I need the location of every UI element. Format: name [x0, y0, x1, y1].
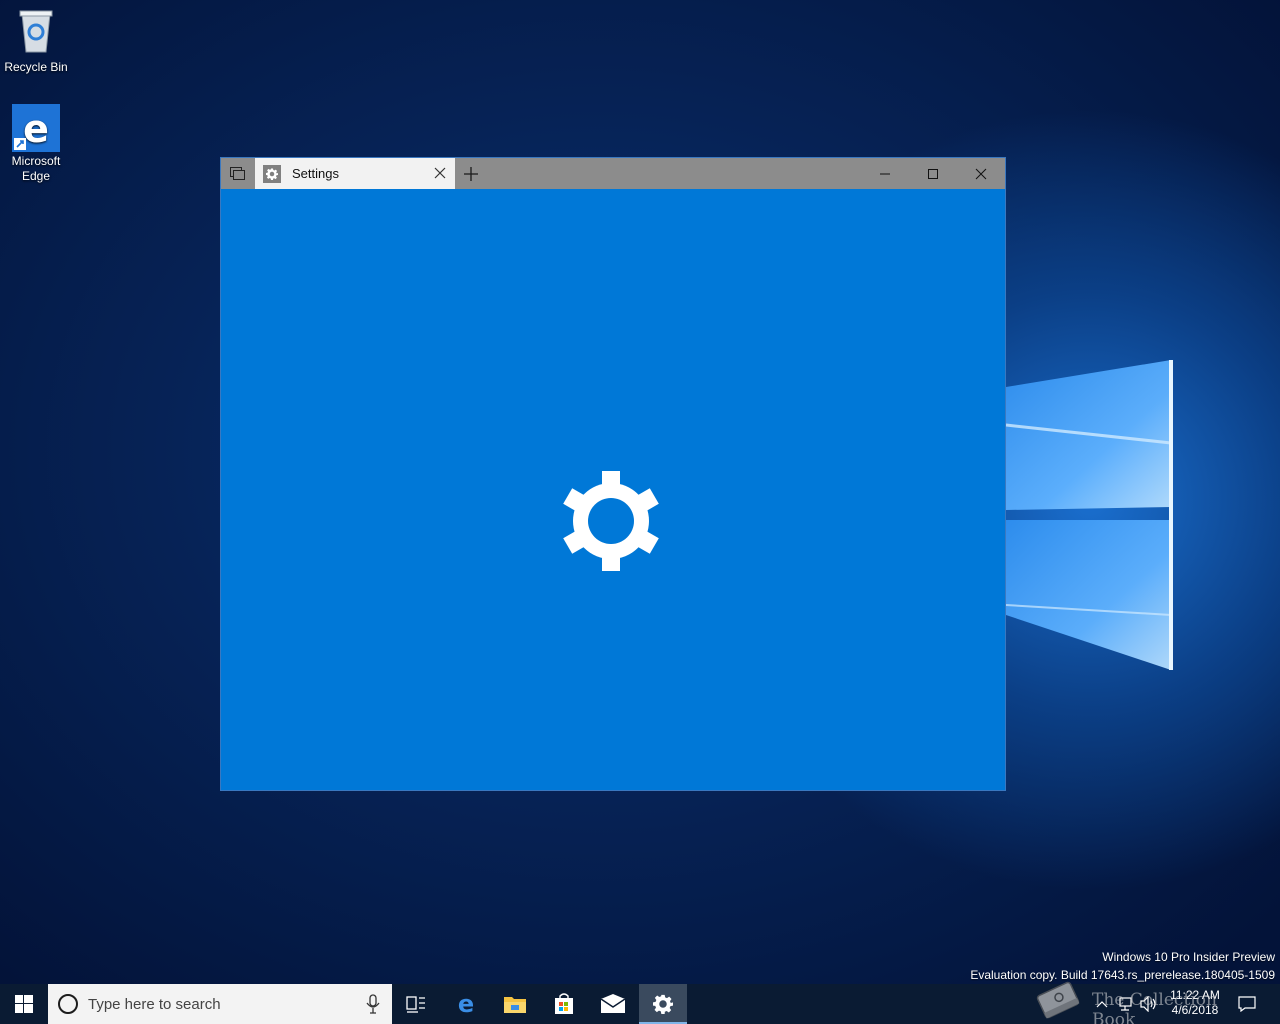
svg-text:e: e: [458, 992, 474, 1016]
build-watermark-line2: Evaluation copy. Build 17643.rs_prerelea…: [970, 968, 1275, 982]
close-tab-icon[interactable]: [433, 166, 447, 180]
cortana-icon: [58, 994, 78, 1014]
windows-logo-wallpaper: [1006, 360, 1173, 670]
gear-icon: [263, 165, 281, 183]
close-icon: [975, 168, 987, 179]
close-window-button[interactable]: [958, 158, 1004, 189]
settings-icon: [653, 994, 673, 1014]
tab-switcher-icon: [229, 166, 245, 180]
desktop-icon-label: Microsoft: [11, 154, 61, 168]
gear-icon: [563, 471, 659, 571]
speaker-icon: [1140, 996, 1156, 1012]
recycle-bin-shortcut[interactable]: Recycle Bin: [1, 8, 71, 75]
taskbar-store-button[interactable]: [540, 984, 588, 1024]
clock-date: 4/6/2018: [1171, 1003, 1219, 1017]
build-watermark-line1: Windows 10 Pro Insider Preview: [1102, 950, 1275, 964]
desktop-icon-label: Edge: [21, 169, 51, 183]
svg-text:e: e: [23, 107, 49, 151]
taskbar: Type here to search e 11:22 AM 4/6/2018: [0, 984, 1280, 1024]
desktop-icon-label: Recycle Bin: [4, 60, 68, 74]
microsoft-edge-shortcut[interactable]: e Microsoft Edge: [1, 104, 71, 184]
microphone-icon[interactable]: [366, 994, 380, 1014]
window-titlebar[interactable]: Settings: [221, 158, 1005, 189]
taskbar-mail-button[interactable]: [589, 984, 637, 1024]
store-icon: [555, 993, 573, 1014]
mail-icon: [600, 994, 626, 1013]
minimize-button[interactable]: [862, 158, 908, 189]
tab-title: Settings: [292, 166, 339, 181]
search-placeholder: Type here to search: [88, 996, 221, 1013]
task-view-icon: [406, 996, 425, 1013]
notification-icon: [1238, 996, 1256, 1012]
edge-icon: e: [458, 992, 474, 1016]
action-center-button[interactable]: [1234, 984, 1260, 1024]
network-tray-button[interactable]: [1114, 984, 1136, 1024]
task-view-button[interactable]: [392, 984, 440, 1024]
show-hidden-icons-button[interactable]: [1092, 984, 1112, 1024]
settings-splash: [221, 189, 1005, 790]
file-explorer-icon: [504, 997, 526, 1013]
maximize-icon: [928, 168, 938, 179]
settings-window: Settings: [220, 157, 1006, 791]
taskbar-edge-button[interactable]: e: [442, 984, 490, 1024]
search-box[interactable]: Type here to search: [48, 984, 392, 1024]
chevron-up-icon: [1096, 1001, 1108, 1008]
start-button[interactable]: [0, 984, 48, 1024]
taskbar-clock[interactable]: 11:22 AM 4/6/2018: [1160, 988, 1230, 1018]
minimize-icon: [880, 173, 890, 174]
new-tab-button[interactable]: [461, 164, 481, 184]
tab-settings[interactable]: Settings: [255, 158, 455, 189]
windows-start-icon: [15, 995, 33, 1013]
taskbar-settings-button[interactable]: [639, 984, 687, 1024]
tab-switcher-button[interactable]: [221, 158, 254, 189]
edge-icon: e: [12, 104, 60, 152]
volume-tray-button[interactable]: [1138, 984, 1160, 1024]
recycle-bin-icon: [19, 10, 53, 53]
taskbar-file-explorer-button[interactable]: [491, 984, 539, 1024]
network-icon: [1119, 997, 1132, 1011]
plus-icon: [464, 167, 478, 181]
maximize-button[interactable]: [910, 158, 956, 189]
clock-time: 11:22 AM: [1170, 988, 1220, 1002]
